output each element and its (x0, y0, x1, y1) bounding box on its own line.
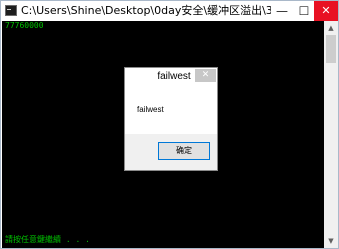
maximize-icon[interactable]: ☐ (293, 1, 315, 21)
message-box-titlebar[interactable]: failwest ✕ (125, 68, 217, 86)
close-icon[interactable]: ✕ (314, 1, 338, 21)
console-output-line: 77760000 (5, 21, 44, 30)
console-prompt-line: 請按任意鍵繼續 . . . (5, 235, 90, 244)
ok-button[interactable]: 确定 (158, 142, 210, 160)
console-app-icon (5, 5, 17, 16)
message-box-text: failwest (137, 105, 164, 114)
message-box-close-icon[interactable]: ✕ (195, 69, 216, 82)
message-box-title: failwest (157, 71, 191, 82)
scroll-down-icon[interactable]: ▼ (324, 234, 338, 248)
window-title: C:\Users\Shine\Desktop\0day安全\缓冲区溢出\3\De… (21, 4, 271, 17)
message-box-body: failwest (125, 86, 217, 134)
vertical-scrollbar[interactable]: ▲ ▼ (324, 21, 338, 248)
scroll-up-icon[interactable]: ▲ (324, 21, 338, 35)
window-titlebar[interactable]: C:\Users\Shine\Desktop\0day安全\缓冲区溢出\3\De… (1, 1, 338, 21)
minimize-icon[interactable]: — (271, 1, 293, 21)
scroll-thumb[interactable] (326, 35, 336, 63)
message-box: failwest ✕ failwest 确定 (124, 67, 218, 171)
